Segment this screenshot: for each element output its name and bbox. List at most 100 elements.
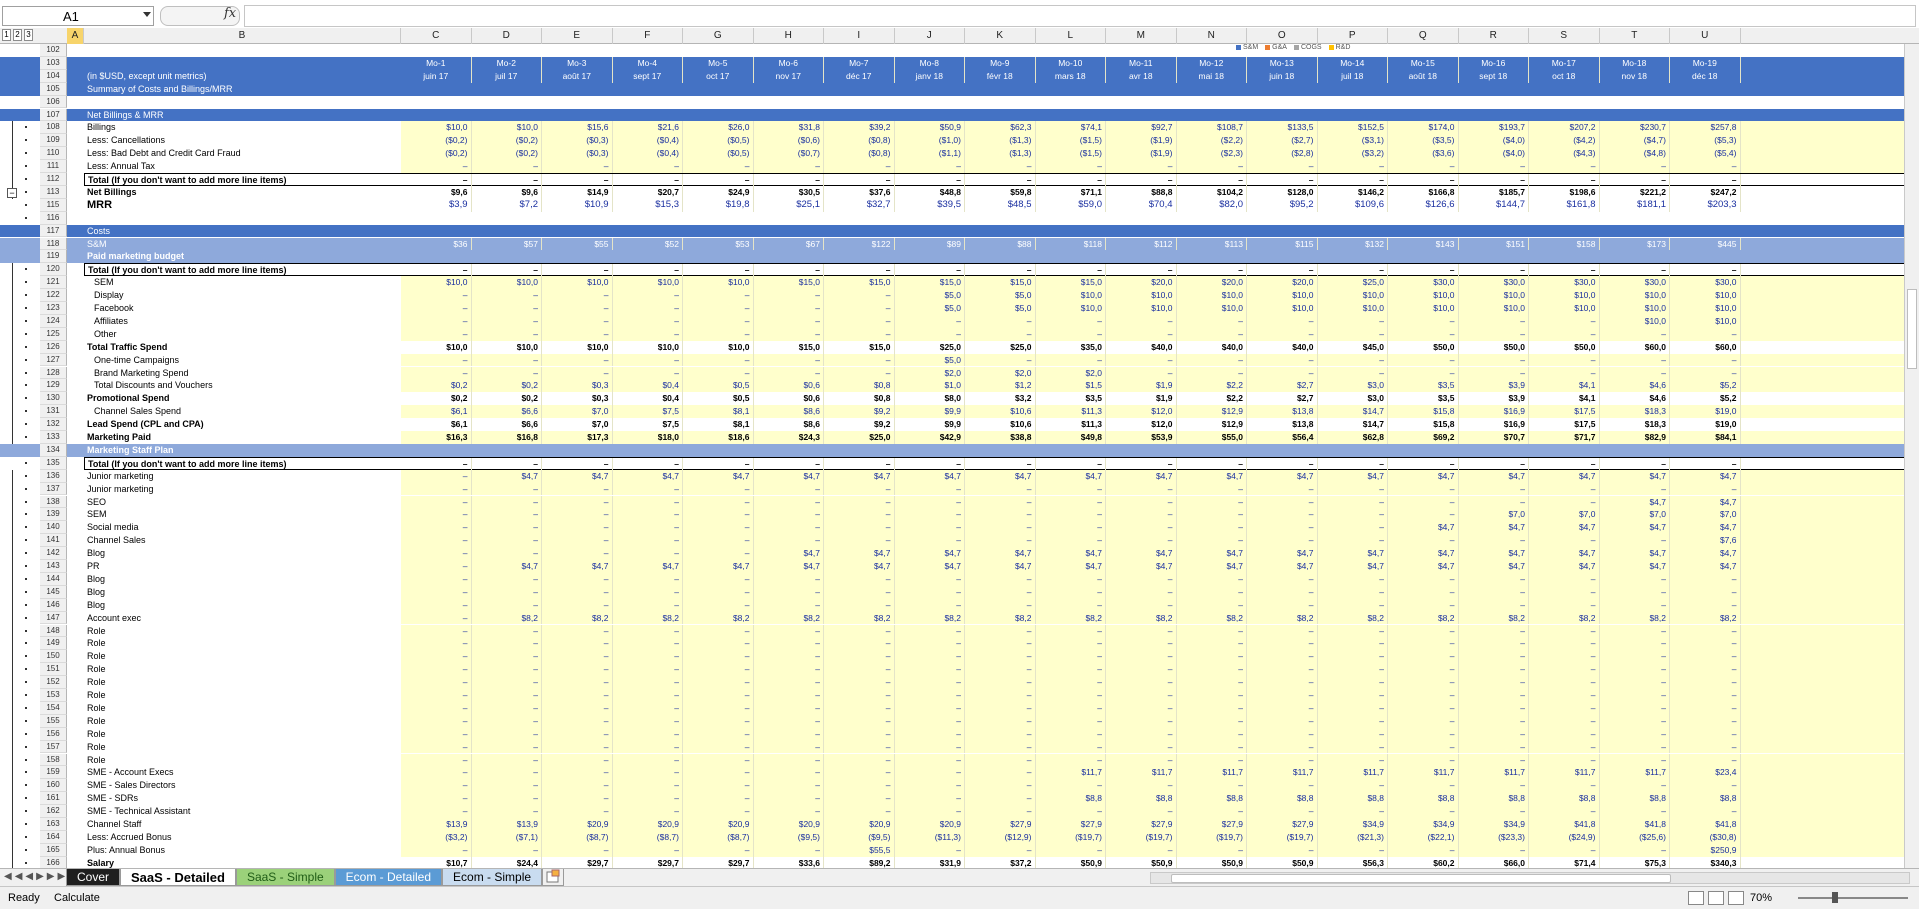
value-cell[interactable]: – xyxy=(1106,740,1177,754)
row-label-cell[interactable]: SME - Account Execs xyxy=(84,766,401,779)
value-cell[interactable]: ($4,8) xyxy=(1600,147,1670,161)
cell-a[interactable] xyxy=(67,741,84,754)
value-cell[interactable]: $4,7 xyxy=(613,469,683,483)
value-cell[interactable]: $40,0 xyxy=(1177,340,1247,354)
value-cell[interactable]: $10,0 xyxy=(401,276,472,290)
value-cell[interactable]: – xyxy=(1459,689,1529,702)
value-cell[interactable]: – xyxy=(824,779,895,793)
value-cell[interactable]: – xyxy=(1247,701,1318,715)
value-cell[interactable]: $33,6 xyxy=(754,856,824,868)
normal-view-icon[interactable] xyxy=(1688,891,1704,905)
value-cell[interactable]: $32,7 xyxy=(824,198,895,212)
cell-a[interactable] xyxy=(67,173,84,186)
value-cell[interactable]: – xyxy=(401,792,472,806)
value-cell[interactable]: – xyxy=(895,534,965,548)
name-box[interactable]: A1 xyxy=(2,6,154,26)
value-cell[interactable]: – xyxy=(1670,353,1741,367)
row-header[interactable]: 136 xyxy=(40,469,67,483)
row-header[interactable]: 126 xyxy=(40,340,67,354)
value-cell[interactable]: $4,7 xyxy=(965,560,1036,573)
value-cell[interactable]: ($3,1) xyxy=(1318,134,1388,148)
zoom-level[interactable]: 70% xyxy=(1750,892,1772,904)
row-label-cell[interactable]: SEO xyxy=(84,496,401,509)
value-cell[interactable]: – xyxy=(683,289,754,302)
value-cell[interactable]: $8,2 xyxy=(472,611,542,625)
value-cell[interactable]: $34,9 xyxy=(1459,818,1529,831)
value-cell[interactable]: – xyxy=(1388,753,1459,767)
row-header[interactable]: 149 xyxy=(40,637,67,651)
row-label-cell[interactable]: Channel Sales xyxy=(84,534,401,547)
value-cell[interactable]: – xyxy=(1106,676,1177,689)
cell-a[interactable] xyxy=(67,457,84,470)
value-cell[interactable]: – xyxy=(613,805,683,818)
value-cell[interactable]: – xyxy=(754,650,824,664)
value-cell[interactable]: déc 18 xyxy=(1670,69,1741,83)
value-cell[interactable]: – xyxy=(895,714,965,728)
value-cell[interactable]: ($1,3) xyxy=(965,147,1036,161)
value-cell[interactable]: – xyxy=(1036,598,1106,612)
value-cell[interactable]: – xyxy=(1388,676,1459,689)
value-cell[interactable]: – xyxy=(754,327,824,341)
value-cell[interactable]: – xyxy=(965,521,1036,535)
value-cell[interactable]: $30,0 xyxy=(1529,276,1600,290)
sheet-tab[interactable]: SaaS - Detailed xyxy=(120,869,236,886)
value-cell[interactable]: – xyxy=(1388,508,1459,522)
value-cell[interactable]: – xyxy=(754,495,824,509)
value-cell[interactable]: $7,0 xyxy=(542,405,613,419)
value-cell[interactable]: $4,7 xyxy=(895,469,965,483)
value-cell[interactable]: – xyxy=(824,585,895,599)
value-cell[interactable]: – xyxy=(965,740,1036,754)
page-break-view-icon[interactable] xyxy=(1728,891,1744,905)
value-cell[interactable]: $4,7 xyxy=(754,560,824,573)
value-cell[interactable]: $50,9 xyxy=(1247,856,1318,868)
value-cell[interactable]: Mo-3 xyxy=(542,56,613,70)
value-cell[interactable]: – xyxy=(824,624,895,638)
column-header-N[interactable]: N xyxy=(1177,28,1247,44)
value-cell[interactable]: $17,5 xyxy=(1529,418,1600,431)
value-cell[interactable]: $12,9 xyxy=(1177,405,1247,419)
value-cell[interactable]: – xyxy=(1388,779,1459,793)
value-cell[interactable]: – xyxy=(542,714,613,728)
value-cell[interactable]: $10,0 xyxy=(1459,289,1529,302)
value-cell[interactable]: – xyxy=(895,766,965,780)
value-cell[interactable]: $7,5 xyxy=(613,418,683,431)
value-cell[interactable]: – xyxy=(401,508,472,522)
value-cell[interactable]: – xyxy=(472,289,542,302)
value-cell[interactable]: $4,7 xyxy=(1318,560,1388,573)
value-cell[interactable]: $5,0 xyxy=(965,289,1036,302)
column-header-J[interactable]: J xyxy=(895,28,965,44)
value-cell[interactable]: Mo-13 xyxy=(1247,56,1318,70)
value-cell[interactable]: $4,7 xyxy=(1106,469,1177,483)
value-cell[interactable]: – xyxy=(1459,624,1529,638)
value-cell[interactable]: $23,4 xyxy=(1670,766,1741,780)
value-cell[interactable]: avr 18 xyxy=(1106,69,1177,83)
value-cell[interactable]: $3,0 xyxy=(1318,379,1388,393)
value-cell[interactable]: – xyxy=(1529,585,1600,599)
value-cell[interactable]: juil 18 xyxy=(1318,69,1388,83)
value-cell[interactable]: – xyxy=(965,689,1036,702)
value-cell[interactable]: $20,9 xyxy=(754,818,824,831)
value-cell[interactable]: $6,1 xyxy=(401,418,472,431)
value-cell[interactable]: – xyxy=(613,572,683,586)
value-cell[interactable]: $11,7 xyxy=(1388,766,1459,780)
value-cell[interactable]: $82,0 xyxy=(1177,198,1247,212)
value-cell[interactable]: – xyxy=(1600,572,1670,586)
cell-a[interactable] xyxy=(67,199,84,212)
value-cell[interactable]: – xyxy=(824,534,895,548)
value-cell[interactable]: $21,6 xyxy=(613,121,683,135)
value-cell[interactable]: $29,7 xyxy=(542,856,613,868)
value-cell[interactable]: – xyxy=(542,624,613,638)
value-cell[interactable]: $40,0 xyxy=(1247,340,1318,354)
value-cell[interactable]: – xyxy=(472,805,542,818)
value-cell[interactable]: – xyxy=(1600,753,1670,767)
value-cell[interactable]: ($3,2) xyxy=(1318,147,1388,161)
value-cell[interactable]: $71,4 xyxy=(1529,856,1600,868)
value-cell[interactable]: – xyxy=(1247,160,1318,173)
value-cell[interactable]: – xyxy=(683,160,754,173)
value-cell[interactable]: – xyxy=(824,689,895,702)
value-cell[interactable]: – xyxy=(1600,353,1670,367)
value-cell[interactable]: – xyxy=(895,727,965,741)
value-cell[interactable]: $20,0 xyxy=(1247,276,1318,290)
value-cell[interactable]: $4,7 xyxy=(1529,560,1600,573)
value-cell[interactable]: $0,6 xyxy=(754,379,824,393)
